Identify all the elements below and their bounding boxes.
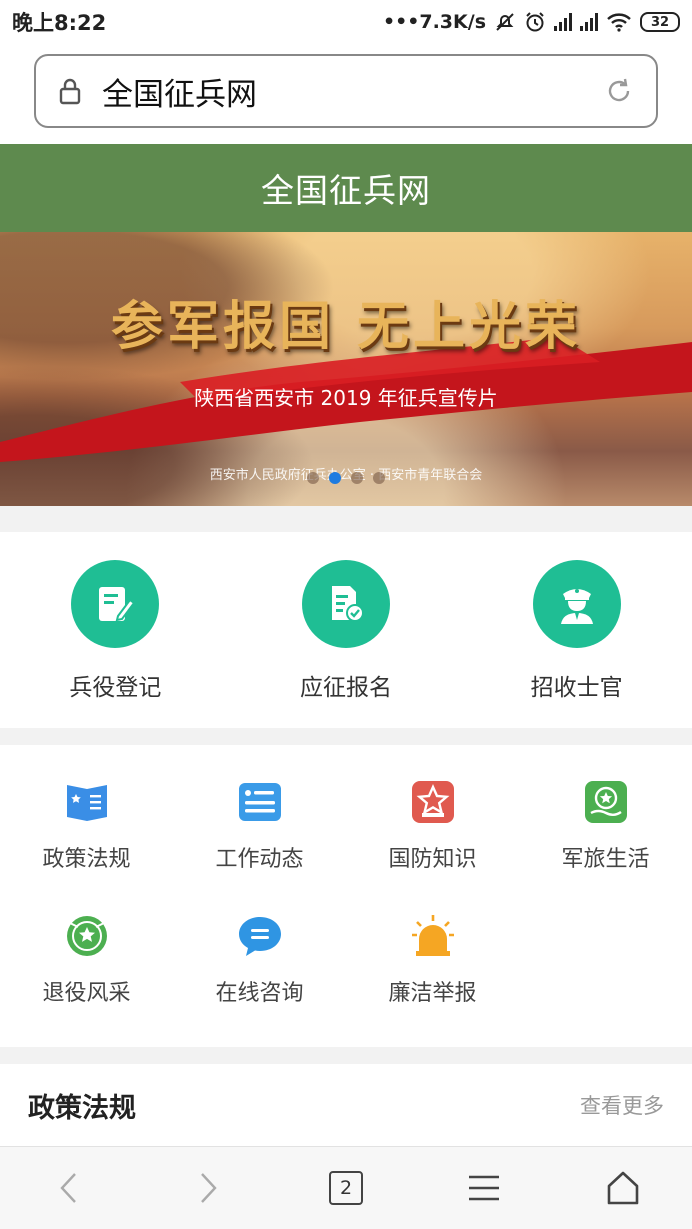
tab-count: 2 xyxy=(329,1171,364,1205)
news-card-icon xyxy=(237,779,283,825)
document-check-icon xyxy=(302,560,390,648)
status-bar: 晚上8:22 •••7.3K/s 32 xyxy=(0,0,692,44)
carousel-dot-active[interactable] xyxy=(329,472,341,484)
quick-action-label: 招收士官 xyxy=(530,675,623,701)
carousel-dot[interactable] xyxy=(373,472,385,484)
category-report[interactable]: 廉洁举报 xyxy=(346,913,519,1007)
site-header: 全国征兵网 xyxy=(0,144,692,232)
view-more-link[interactable]: 查看更多 xyxy=(580,1090,664,1120)
defense-emblem-icon xyxy=(410,779,456,825)
address-url[interactable]: 全国征兵网 xyxy=(102,69,604,114)
military-life-icon xyxy=(583,779,629,825)
category-label: 军旅生活 xyxy=(561,847,650,872)
mute-icon xyxy=(496,13,514,31)
carousel-dot[interactable] xyxy=(351,472,363,484)
tabs-button[interactable]: 2 xyxy=(277,1147,415,1229)
quick-action-registration[interactable]: 兵役登记 xyxy=(0,532,231,728)
carousel-dot[interactable] xyxy=(307,472,319,484)
signal-icon xyxy=(554,13,572,31)
category-label: 政策法规 xyxy=(42,847,131,872)
quick-action-label: 兵役登记 xyxy=(69,675,162,701)
category-label: 国防知识 xyxy=(388,847,477,872)
forward-button[interactable] xyxy=(138,1147,276,1229)
section-title: 政策法规 xyxy=(28,1092,136,1124)
edit-form-icon xyxy=(71,560,160,648)
category-veteran[interactable]: 退役风采 xyxy=(0,913,173,1007)
officer-icon xyxy=(532,560,621,648)
network-speed: •••7.3K/s xyxy=(382,11,486,33)
category-grid: 政策法规 工作动态 国防知识 军旅生活 退役风采 在线咨询 廉洁举报 xyxy=(0,745,692,1047)
banner-carousel[interactable]: 参军报国 无上光荣 陕西省西安市 2019 年征兵宣传片 西安市人民政府征兵办公… xyxy=(0,232,692,506)
quick-action-enlist[interactable]: 应征报名 xyxy=(231,532,462,728)
signal-icon xyxy=(580,13,598,31)
category-label: 在线咨询 xyxy=(215,981,304,1006)
category-label: 工作动态 xyxy=(215,847,304,872)
hamburger-menu-icon xyxy=(469,1175,500,1201)
lock-icon xyxy=(59,78,81,105)
wifi-icon xyxy=(607,13,631,32)
carousel-dots xyxy=(0,472,692,484)
browser-bottom-nav: 2 xyxy=(0,1146,692,1229)
category-label: 退役风采 xyxy=(42,981,131,1006)
quick-action-label: 应征报名 xyxy=(300,675,392,701)
address-bar[interactable]: 全国征兵网 xyxy=(34,54,658,128)
category-consult[interactable]: 在线咨询 xyxy=(173,913,346,1007)
category-news[interactable]: 工作动态 xyxy=(173,779,346,873)
banner-subtitle: 陕西省西安市 2019 年征兵宣传片 xyxy=(194,386,498,410)
category-policy[interactable]: 政策法规 xyxy=(0,779,173,873)
chevron-left-icon xyxy=(60,1173,77,1203)
alarm-light-icon xyxy=(410,913,456,959)
category-military-life[interactable]: 军旅生活 xyxy=(519,779,692,873)
home-icon xyxy=(607,1171,639,1205)
menu-button[interactable] xyxy=(415,1147,553,1229)
quick-action-officer[interactable]: 招收士官 xyxy=(461,532,692,728)
status-time: 晚上8:22 xyxy=(12,11,107,35)
page-title: 全国征兵网 xyxy=(261,171,431,210)
battery-icon: 32 xyxy=(640,12,680,32)
quick-actions: 兵役登记 应征报名 招收士官 xyxy=(0,532,692,728)
veteran-badge-icon xyxy=(64,913,110,959)
status-indicators: •••7.3K/s 32 xyxy=(383,11,680,33)
home-button[interactable] xyxy=(554,1147,692,1229)
browser-address-area: 全国征兵网 xyxy=(0,44,692,144)
chevron-right-icon xyxy=(200,1173,217,1203)
category-defense[interactable]: 国防知识 xyxy=(346,779,519,873)
chat-bubble-icon xyxy=(237,913,283,959)
refresh-icon[interactable] xyxy=(604,76,634,106)
category-label: 廉洁举报 xyxy=(388,981,477,1006)
section-header-policy: 政策法规 查看更多 xyxy=(0,1064,692,1146)
banner-slogan: 参军报国 无上光荣 xyxy=(110,296,582,357)
back-button[interactable] xyxy=(0,1147,138,1229)
alarm-icon xyxy=(526,12,544,32)
policy-book-icon xyxy=(64,779,110,825)
